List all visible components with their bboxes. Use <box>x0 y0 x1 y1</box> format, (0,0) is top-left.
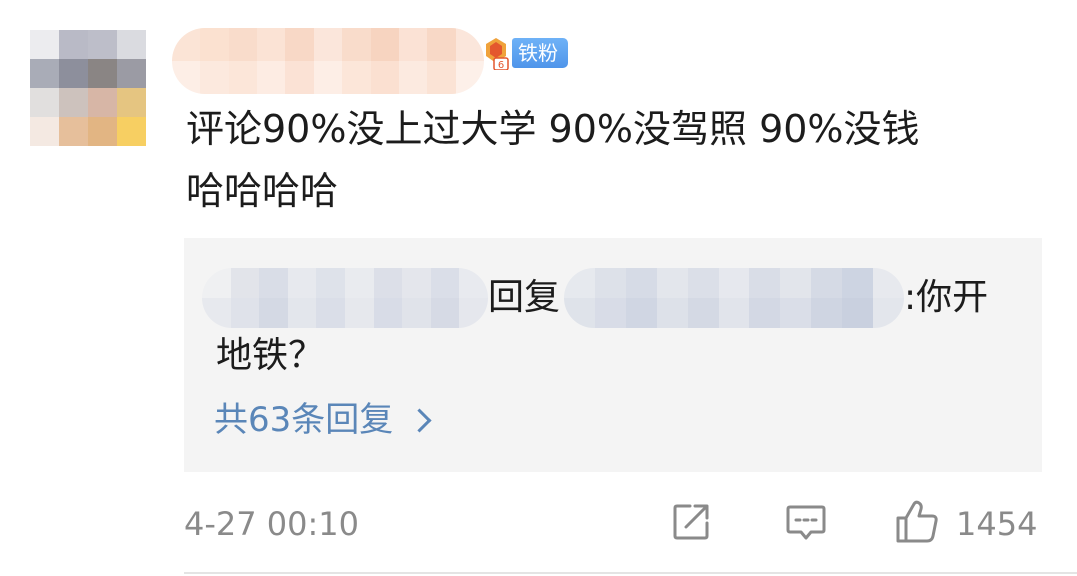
share-icon <box>670 501 712 547</box>
like-count: 1454 <box>956 505 1038 543</box>
replier-name-blurred[interactable] <box>202 268 488 328</box>
svg-text:6: 6 <box>498 60 504 70</box>
fan-medal-icon: 6 <box>482 36 510 71</box>
replied-to-name-blurred[interactable] <box>564 268 904 328</box>
share-button[interactable] <box>670 496 712 552</box>
avatar[interactable] <box>30 30 146 146</box>
reply-text: :你开 <box>904 277 989 318</box>
more-replies-label: 共63条回复 <box>214 400 394 440</box>
divider <box>184 572 1077 574</box>
like-icon <box>894 499 940 549</box>
reply-text-continuation: 地铁？ <box>216 335 325 376</box>
more-replies-link[interactable]: 共63条回复 <box>214 390 432 450</box>
reply-preview[interactable]: 回复 :你开 地铁？ 共63条回复 <box>184 238 1042 472</box>
comment-footer: 4-27 00:10 1454 <box>184 496 1044 552</box>
timestamp: 4-27 00:10 <box>184 505 360 543</box>
fan-badge-label: 铁粉 <box>512 38 568 68</box>
fan-badge: 6 铁粉 <box>482 36 568 71</box>
comment-text-line: 评论90%没上过大学 90%没驾照 90%没钱 <box>186 107 920 151</box>
reply-word: 回复 <box>488 277 561 318</box>
chevron-right-icon <box>407 407 432 433</box>
comment-icon <box>784 500 828 548</box>
username-blurred[interactable] <box>172 28 484 94</box>
comment-text-line: 哈哈哈哈 <box>186 169 339 213</box>
comment-button[interactable] <box>784 496 828 552</box>
reply-preview-line: 回复 :你开 <box>184 268 1042 328</box>
like-button[interactable]: 1454 <box>894 496 1037 552</box>
comment-text: 评论90%没上过大学 90%没驾照 90%没钱 哈哈哈哈 <box>186 98 1026 222</box>
